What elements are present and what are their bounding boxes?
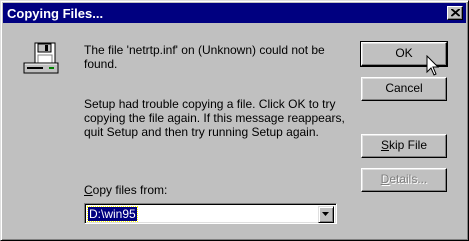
disk-drive-icon — [23, 42, 59, 74]
setup-trouble-message: Setup had trouble copying a file. Click … — [84, 97, 345, 139]
mouse-pointer-icon — [426, 55, 440, 76]
copy-files-from-label-text: opy files from: — [92, 183, 168, 197]
chevron-down-icon — [322, 212, 329, 216]
close-icon — [451, 9, 460, 17]
skip-file-accelerator: S — [380, 138, 389, 152]
details-button[interactable]: Details... — [361, 168, 447, 192]
copy-files-from-label: Copy files from: — [84, 183, 167, 197]
window-title: Copying Files... — [7, 6, 104, 21]
copy-files-from-accelerator: C — [84, 183, 93, 197]
cancel-button-label: Cancel — [385, 81, 423, 95]
skip-file-button[interactable]: Skip File — [361, 134, 447, 158]
copy-files-from-value[interactable]: D:\win95 — [87, 206, 138, 222]
cancel-button[interactable]: Cancel — [361, 77, 447, 101]
dropdown-button[interactable] — [318, 206, 334, 223]
close-button[interactable] — [447, 6, 463, 20]
file-not-found-message: The file 'netrtp.inf' on (Unknown) could… — [84, 43, 325, 71]
title-bar[interactable]: Copying Files... — [3, 3, 466, 23]
details-button-label: etails... — [389, 172, 428, 186]
copying-files-dialog: Copying Files... The file 'netrtp.inf' o… — [0, 0, 469, 241]
copy-files-from-combobox[interactable]: D:\win95 — [84, 203, 337, 224]
ok-button-label: OK — [395, 46, 413, 60]
skip-file-button-label: kip File — [389, 138, 428, 152]
